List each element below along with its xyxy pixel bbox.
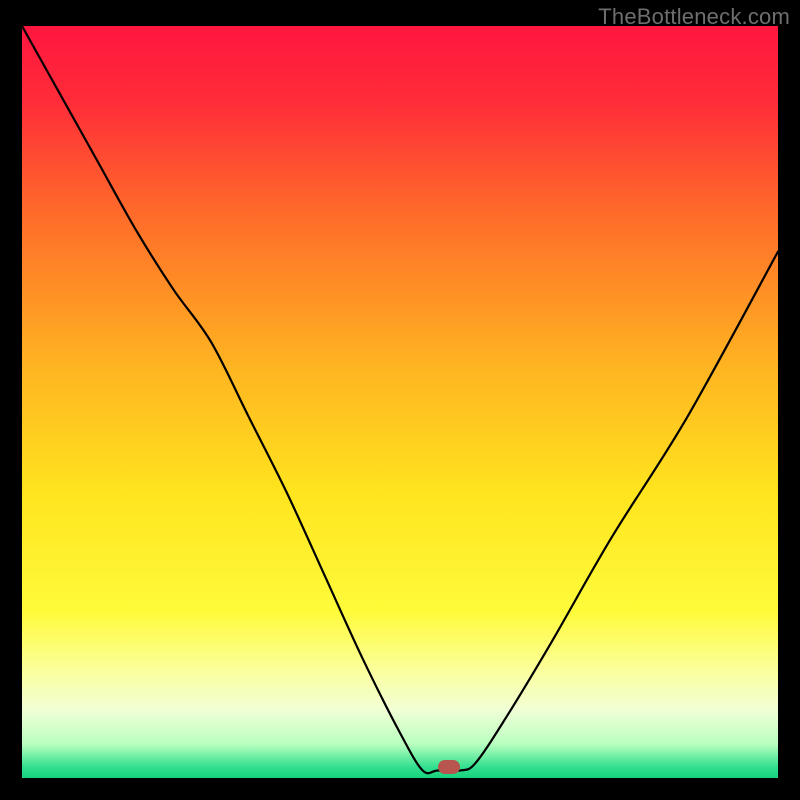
plot-area [22,26,778,778]
chart-frame: TheBottleneck.com [0,0,800,800]
bottleneck-curve [22,26,778,773]
curve-layer [22,26,778,778]
watermark-label: TheBottleneck.com [598,4,790,30]
minimum-marker [438,760,460,774]
